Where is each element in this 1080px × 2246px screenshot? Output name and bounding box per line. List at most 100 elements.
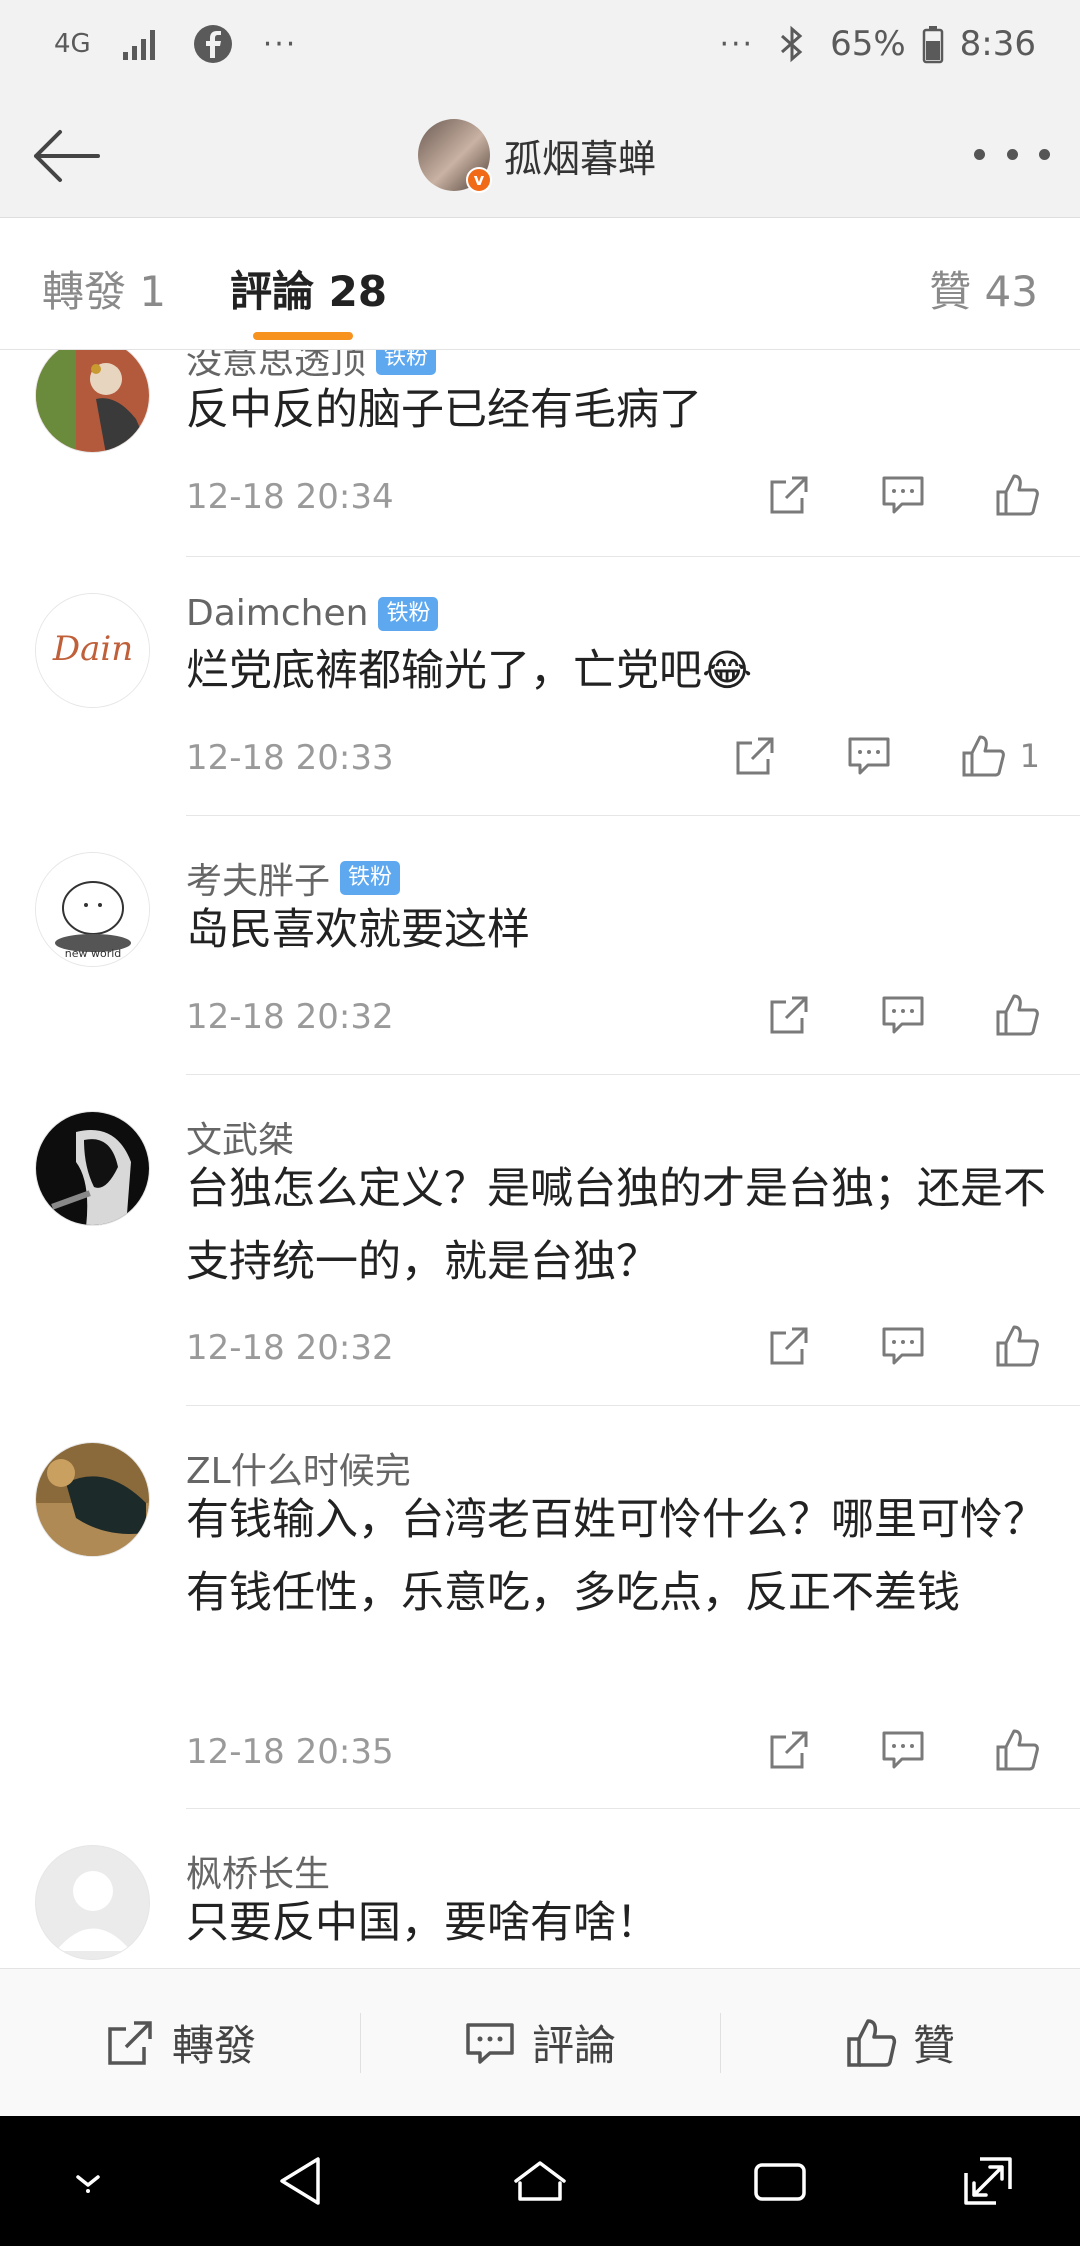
repost-label: 轉發 <box>171 2021 256 2070</box>
user-avatar[interactable] <box>35 1845 150 1960</box>
dot-icon <box>1006 148 1018 160</box>
username-text[interactable]: Daimchen <box>186 593 368 634</box>
comment-text: 烂党底裤都输光了，亡党吧😂 <box>186 646 753 696</box>
comment-time: 12-18 20:33 <box>186 738 394 778</box>
recents-icon <box>754 2163 806 2201</box>
comment-item: 枫桥长生 只要反中国，要啥有啥！ <box>0 1845 1080 1968</box>
expand-icon <box>964 2157 1012 2205</box>
comment-username[interactable]: Daimchen 铁粉 <box>186 593 439 634</box>
comment-item: ZL什么时候完 有钱输入，台湾老百姓可怜什么？哪里可怜？有钱任性，乐意吃，多吃点… <box>0 1442 1080 1792</box>
reply-button[interactable] <box>880 992 926 1038</box>
divider <box>186 1074 1080 1075</box>
bluetooth-icon <box>770 22 814 66</box>
author-name[interactable]: 孤烟暮蝉 <box>504 128 656 183</box>
thumbs-up-icon <box>996 474 1039 516</box>
divider <box>186 556 1080 557</box>
thumbs-up-icon <box>996 1729 1039 1771</box>
like-button[interactable]: 贊 <box>720 1969 1080 2116</box>
tab-likes[interactable]: 贊 43 <box>929 258 1038 319</box>
verified-badge: v <box>466 167 492 193</box>
like-label: 贊 <box>912 2021 955 2070</box>
tab-comments[interactable]: 評論 28 <box>230 258 387 319</box>
thumbs-up-icon <box>962 735 1005 777</box>
thumbs-up-icon <box>996 1325 1039 1367</box>
system-nav-bar <box>0 2116 1080 2246</box>
rotate-button[interactable] <box>958 2151 1018 2211</box>
home-icon <box>514 2161 566 2201</box>
comment-button[interactable]: 評論 <box>360 1969 720 2116</box>
user-avatar[interactable]: Dain <box>35 593 150 708</box>
share-button[interactable] <box>766 992 812 1038</box>
comment-icon <box>882 1327 924 1365</box>
status-bar: 4G ··· ··· 65% 8:36 <box>0 0 1080 92</box>
home-nav-button[interactable] <box>510 2151 570 2211</box>
fan-badge: 铁粉 <box>378 596 439 631</box>
comment-time: 12-18 20:35 <box>186 1732 394 1772</box>
comment-actions <box>698 992 1040 1038</box>
author-avatar[interactable]: v <box>418 119 492 193</box>
tab-repost[interactable]: 轉發 1 <box>42 258 166 319</box>
comment-item: 没意思透顶 铁粉 反中反的脑子已经有毛病了 12-18 20:34 <box>0 350 1080 598</box>
reply-button[interactable] <box>880 1727 926 1773</box>
like-button[interactable] <box>960 733 1006 779</box>
like-button[interactable] <box>994 1727 1040 1773</box>
right-dots: ··· <box>719 26 755 62</box>
like-count: 1 <box>1019 737 1040 775</box>
share-icon <box>770 996 808 1034</box>
fan-badge: 铁粉 <box>340 861 401 895</box>
battery-percent: 65% <box>830 24 906 64</box>
active-tab-indicator <box>253 332 353 340</box>
like-button[interactable] <box>994 1323 1040 1369</box>
user-avatar[interactable] <box>35 1111 150 1226</box>
avatar-text: Dain <box>52 629 133 669</box>
reply-button[interactable] <box>880 1323 926 1369</box>
thumbs-up-icon <box>847 2018 897 2067</box>
more-options-button[interactable] <box>974 132 1050 176</box>
comment-time: 12-18 20:32 <box>186 1328 394 1368</box>
back-button[interactable] <box>26 116 106 196</box>
share-button[interactable] <box>732 733 778 779</box>
author-info[interactable]: v 孤烟暮蝉 <box>418 118 656 193</box>
arrow-left-icon <box>34 130 100 182</box>
comment-icon <box>882 996 924 1034</box>
user-avatar[interactable] <box>35 1442 150 1557</box>
user-avatar[interactable] <box>35 350 150 453</box>
reply-button[interactable] <box>880 472 926 518</box>
comment-actions: 1 <box>664 733 1040 779</box>
facebook-icon <box>191 22 235 66</box>
divider <box>186 1808 1080 1809</box>
like-button[interactable] <box>994 472 1040 518</box>
comment-item: 文武桀 台独怎么定义？是喊台独的才是台独；还是不支持统一的，就是台独？ 12-1… <box>0 1111 1080 1391</box>
share-button[interactable] <box>766 1323 812 1369</box>
comment-item: new world 考夫胖子 铁粉 岛民喜欢就要这样 12-18 20:32 <box>0 852 1080 1052</box>
share-button[interactable] <box>766 1727 812 1773</box>
share-icon <box>736 737 774 775</box>
left-dots: ··· <box>262 26 298 62</box>
recents-nav-button[interactable] <box>750 2151 810 2211</box>
divider <box>186 1405 1080 1406</box>
comment-time: 12-18 20:32 <box>186 997 394 1037</box>
comment-icon <box>848 737 890 775</box>
comment-icon <box>466 2022 514 2064</box>
tab-bar: 轉發 1 評論 28 贊 43 <box>0 218 1080 350</box>
share-button[interactable] <box>766 472 812 518</box>
share-icon <box>770 476 808 514</box>
network-label: 4G <box>54 29 91 59</box>
thumbs-up-icon <box>996 994 1039 1036</box>
like-button[interactable] <box>994 992 1040 1038</box>
bottom-toolbar: 轉發 評論 贊 <box>0 1968 1080 2116</box>
signal-icon <box>119 22 163 66</box>
share-icon <box>108 2020 152 2065</box>
back-nav-button[interactable] <box>272 2151 332 2211</box>
battery-icon <box>922 22 944 66</box>
share-icon <box>770 1731 808 1769</box>
comment-text: 反中反的脑子已经有毛病了 <box>186 385 702 435</box>
reply-button[interactable] <box>846 733 892 779</box>
comment-actions <box>698 1323 1040 1369</box>
comment-list[interactable]: 没意思透顶 铁粉 反中反的脑子已经有毛病了 12-18 20:34 Dain D… <box>0 350 1080 1968</box>
repost-button[interactable]: 轉發 <box>0 1969 360 2116</box>
user-avatar[interactable]: new world <box>35 852 150 967</box>
share-icon <box>770 1327 808 1365</box>
hide-keyboard-button[interactable] <box>58 2151 118 2211</box>
comment-time: 12-18 20:34 <box>186 477 394 517</box>
